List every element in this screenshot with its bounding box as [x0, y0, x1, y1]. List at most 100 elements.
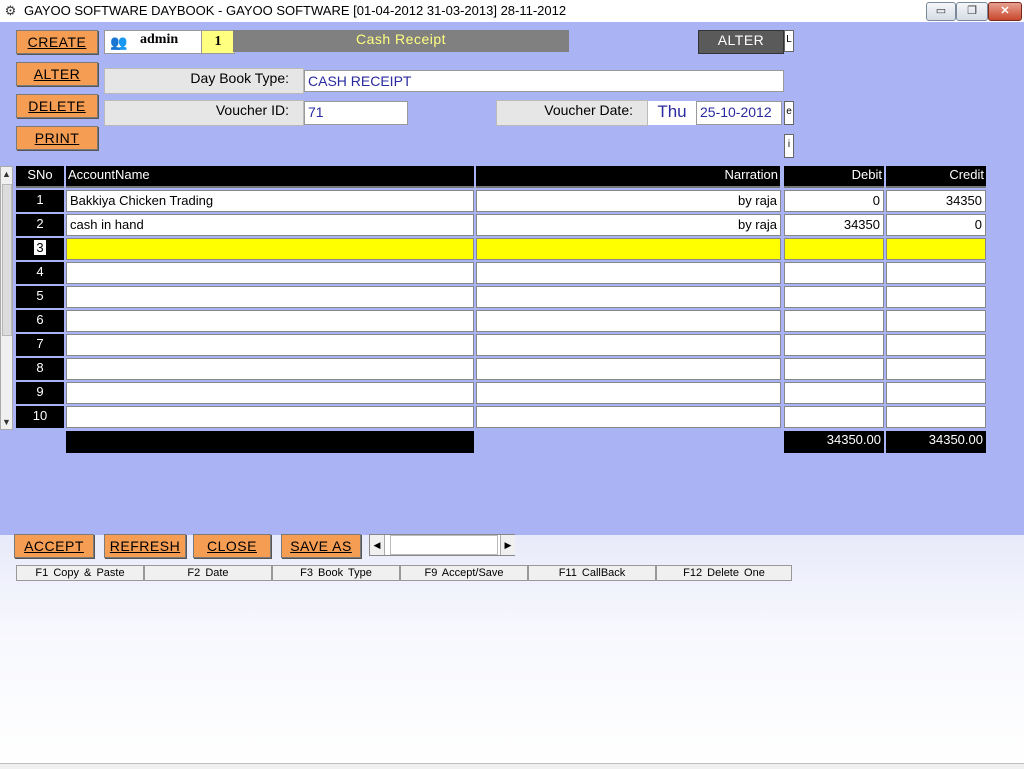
save-as-button[interactable]: SAVE AS	[281, 534, 361, 558]
account-cell[interactable]	[66, 238, 474, 260]
credit-cell[interactable]	[886, 334, 986, 356]
alter-mode-button[interactable]: ALTER	[698, 30, 784, 54]
accept-button[interactable]: ACCEPT	[14, 534, 94, 558]
account-cell[interactable]	[66, 358, 474, 380]
fkey-copy-paste[interactable]: F1 Copy & Paste	[16, 565, 144, 581]
debit-cell[interactable]	[784, 406, 884, 428]
daybook-type-field[interactable]: CASH RECEIPT	[304, 70, 784, 92]
column-header-debit: Debit	[784, 166, 884, 188]
row-number: 6	[16, 310, 64, 332]
debit-cell[interactable]: 34350	[784, 214, 884, 236]
row-number: 8	[16, 358, 64, 380]
delete-button[interactable]: DELETE	[16, 94, 98, 118]
voucher-id-field[interactable]: 71	[304, 101, 408, 125]
narration-cell[interactable]	[476, 334, 781, 356]
debit-cell[interactable]	[784, 286, 884, 308]
arrow-left-icon[interactable]: ◀	[370, 535, 385, 555]
table-row-selected[interactable]: 3	[0, 238, 1024, 262]
close-icon: ✕	[1000, 5, 1010, 17]
debit-cell[interactable]	[784, 358, 884, 380]
gear-icon[interactable]: ⚙	[3, 3, 18, 18]
voucher-date-label: Voucher Date:	[496, 100, 648, 126]
fkey-date[interactable]: F2 Date	[144, 565, 272, 581]
table-row[interactable]: 8	[0, 358, 1024, 382]
narration-cell[interactable]	[476, 238, 781, 260]
refresh-button[interactable]: REFRESH	[104, 534, 186, 558]
fkey-accept-save[interactable]: F9 Accept/Save	[400, 565, 528, 581]
print-button[interactable]: PRINT	[16, 126, 98, 150]
narration-cell[interactable]	[476, 358, 781, 380]
column-header-account: AccountName	[66, 166, 474, 188]
credit-cell[interactable]	[886, 382, 986, 404]
debit-cell[interactable]	[784, 382, 884, 404]
narration-cell[interactable]: by raja	[476, 214, 781, 236]
fkey-delete-one[interactable]: F12 Delete One	[656, 565, 792, 581]
account-cell[interactable]: Bakkiya Chicken Trading	[66, 190, 474, 212]
debit-cell[interactable]	[784, 238, 884, 260]
row-number: 5	[16, 286, 64, 308]
horizontal-scroll-thumb[interactable]	[390, 535, 498, 555]
debit-cell[interactable]	[784, 334, 884, 356]
close-button[interactable]: CLOSE	[193, 534, 271, 558]
credit-cell[interactable]	[886, 262, 986, 284]
table-row[interactable]: 5	[0, 286, 1024, 310]
minimize-button[interactable]: ▭	[926, 2, 956, 21]
credit-cell[interactable]	[886, 286, 986, 308]
account-cell[interactable]	[66, 286, 474, 308]
credit-cell[interactable]	[886, 406, 986, 428]
table-row[interactable]: 10	[0, 406, 1024, 430]
debit-cell[interactable]	[784, 262, 884, 284]
table-row[interactable]: 4	[0, 262, 1024, 286]
narration-cell[interactable]	[476, 406, 781, 428]
arrow-right-icon[interactable]: ▶	[500, 535, 515, 555]
account-cell[interactable]: cash in hand	[66, 214, 474, 236]
row-number: 2	[16, 214, 64, 236]
row-number: 3	[16, 238, 64, 260]
table-row[interactable]: 6	[0, 310, 1024, 334]
create-button[interactable]: CREATE	[16, 30, 98, 54]
voucher-date-field[interactable]: 25-10-2012	[696, 101, 782, 125]
row-number: 7	[16, 334, 64, 356]
debit-cell[interactable]: 0	[784, 190, 884, 212]
table-row[interactable]: 1 Bakkiya Chicken Trading by raja 0 3435…	[0, 190, 1024, 214]
close-window-button[interactable]: ✕	[988, 2, 1022, 21]
info-button[interactable]: i	[784, 134, 794, 158]
date-picker-button[interactable]: e	[784, 101, 794, 125]
credit-cell[interactable]	[886, 310, 986, 332]
account-cell[interactable]	[66, 310, 474, 332]
credit-cell[interactable]: 0	[886, 214, 986, 236]
user-name: admin	[140, 32, 179, 47]
account-cell[interactable]	[66, 334, 474, 356]
narration-cell[interactable]	[476, 286, 781, 308]
maximize-button[interactable]: ❐	[956, 2, 988, 21]
arrow-up-icon[interactable]: ▲	[1, 168, 12, 180]
window-bottom-edge	[0, 763, 1024, 769]
credit-cell[interactable]	[886, 358, 986, 380]
credit-cell[interactable]	[886, 238, 986, 260]
row-number: 10	[16, 406, 64, 428]
daybook-type-label: Day Book Type:	[104, 68, 304, 94]
account-cell[interactable]	[66, 382, 474, 404]
table-row[interactable]: 2 cash in hand by raja 34350 0	[0, 214, 1024, 238]
debit-cell[interactable]	[784, 310, 884, 332]
fkey-callback[interactable]: F11 CallBack	[528, 565, 656, 581]
narration-cell[interactable]	[476, 262, 781, 284]
alter-side-button[interactable]: L	[784, 30, 794, 52]
narration-cell[interactable]	[476, 382, 781, 404]
table-row[interactable]: 7	[0, 334, 1024, 358]
fkey-book-type[interactable]: F3 Book Type	[272, 565, 400, 581]
credit-cell[interactable]: 34350	[886, 190, 986, 212]
alter-button[interactable]: ALTER	[16, 62, 98, 86]
company-number: 1	[201, 30, 235, 54]
column-header-sno: SNo	[16, 166, 64, 188]
account-cell[interactable]	[66, 262, 474, 284]
narration-cell[interactable]	[476, 310, 781, 332]
narration-cell[interactable]: by raja	[476, 190, 781, 212]
screen-title: Cash Receipt	[233, 30, 569, 52]
minimize-icon: ▭	[935, 5, 947, 17]
maximize-icon: ❐	[967, 5, 977, 17]
account-cell[interactable]	[66, 406, 474, 428]
users-icon: 👥	[110, 34, 128, 50]
table-row[interactable]: 9	[0, 382, 1024, 406]
voucher-id-label: Voucher ID:	[104, 100, 304, 126]
